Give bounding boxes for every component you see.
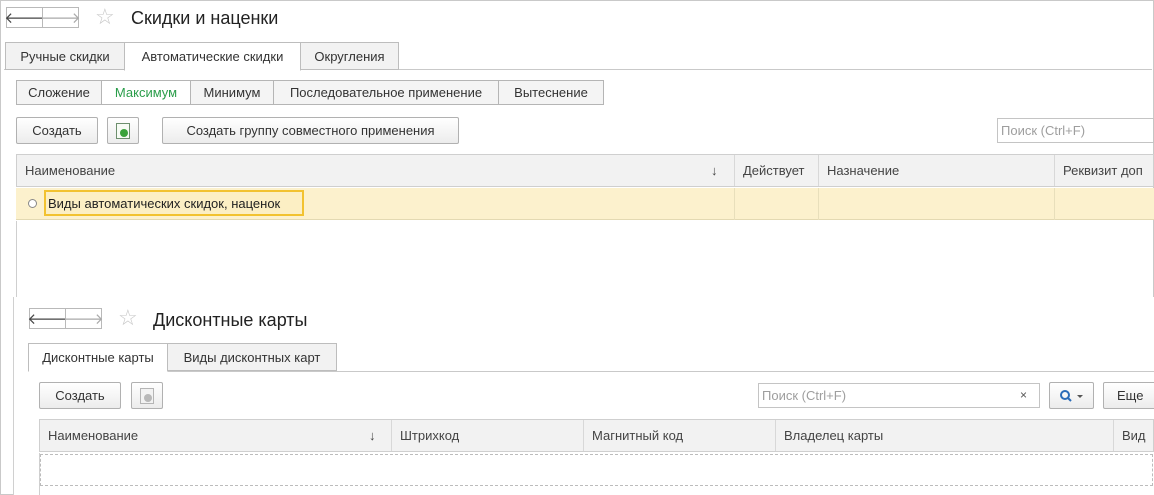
- cell-divider: [818, 188, 819, 220]
- create-group-button[interactable]: Создать группу совместного применения: [162, 117, 459, 144]
- add-copy-icon: [140, 387, 154, 404]
- star-icon[interactable]: ☆: [118, 307, 138, 329]
- cards-search-input[interactable]: Поиск (Ctrl+F): [758, 383, 1040, 408]
- tab-discount-cards[interactable]: Дисконтные карты: [28, 343, 168, 372]
- cards-create-button[interactable]: Создать: [39, 382, 121, 409]
- tab-manual-discounts[interactable]: Ручные скидки: [5, 42, 125, 70]
- column-card-owner-label: Владелец карты: [784, 428, 884, 443]
- mode-displacement[interactable]: Вытеснение: [498, 80, 604, 105]
- clear-search-icon[interactable]: ×: [1020, 388, 1027, 402]
- column-card-name-label: Наименование: [48, 428, 139, 443]
- column-active-label: Действует: [743, 163, 805, 178]
- column-card-type-label: Вид: [1122, 428, 1146, 443]
- search-options-button[interactable]: [1049, 382, 1094, 409]
- table-header: Наименование ↓ Действует Назначение Рекв…: [16, 154, 1154, 187]
- mode-minimum[interactable]: Минимум: [190, 80, 274, 105]
- cards-tabs-divider: [28, 371, 1154, 372]
- column-card-name[interactable]: Наименование: [40, 420, 392, 451]
- cards-table-header: Наименование ↓ Штрихкод Магнитный код Вл…: [39, 419, 1154, 452]
- cell-divider: [734, 188, 735, 220]
- arrow-right-icon: 🡒: [40, 10, 81, 27]
- page-title: Скидки и наценки: [131, 8, 279, 28]
- mode-sequential[interactable]: Последовательное применение: [273, 80, 499, 105]
- back-button[interactable]: 🡐: [4, 7, 45, 28]
- column-active[interactable]: Действует: [735, 155, 819, 186]
- empty-row-focus[interactable]: [40, 454, 1153, 486]
- arrow-left-icon: 🡐: [4, 10, 45, 27]
- grid-left-border: [16, 221, 17, 297]
- search-input[interactable]: Поиск (Ctrl+F): [997, 118, 1154, 143]
- search-icon: [1059, 389, 1083, 402]
- arrow-right-icon: 🡒: [63, 311, 104, 328]
- arrow-left-icon: 🡐: [27, 311, 68, 328]
- column-purpose-label: Назначение: [827, 163, 900, 178]
- add-copy-icon: [116, 122, 130, 139]
- column-name[interactable]: Наименование: [17, 155, 735, 186]
- forward-button[interactable]: 🡒: [40, 7, 81, 28]
- create-button[interactable]: Создать: [16, 117, 98, 144]
- tab-rounding[interactable]: Округления: [300, 42, 399, 70]
- cards-nav-buttons: 🡐 🡒: [27, 308, 104, 329]
- tab-card-types[interactable]: Виды дисконтных карт: [167, 343, 337, 371]
- column-name-label: Наименование: [25, 163, 116, 178]
- cards-page-title: Дисконтные карты: [153, 310, 308, 330]
- star-icon[interactable]: ☆: [95, 6, 115, 28]
- column-extra-attr-label: Реквизит доп: [1063, 163, 1143, 178]
- add-copy-button[interactable]: [107, 117, 139, 144]
- column-card-owner[interactable]: Владелец карты: [776, 420, 1114, 451]
- column-magnetic-code[interactable]: Магнитный код: [584, 420, 776, 451]
- column-barcode[interactable]: Штрихкод: [392, 420, 584, 451]
- nav-buttons: 🡐 🡒: [4, 7, 81, 28]
- cards-window-edge: [13, 297, 14, 495]
- mode-maximum[interactable]: Максимум: [101, 80, 191, 105]
- mode-addition[interactable]: Сложение: [16, 80, 102, 105]
- column-purpose[interactable]: Назначение: [819, 155, 1055, 186]
- current-cell[interactable]: Виды автоматических скидок, наценок: [44, 190, 304, 216]
- group-marker-icon: [28, 199, 37, 208]
- sort-desc-icon: ↓: [369, 428, 376, 443]
- cell-divider: [1054, 188, 1055, 220]
- cards-grid-left-border: [39, 453, 40, 495]
- column-barcode-label: Штрихкод: [400, 428, 460, 443]
- cards-forward-button[interactable]: 🡒: [63, 308, 104, 329]
- cards-add-copy-button[interactable]: [131, 382, 163, 409]
- tab-automatic-discounts[interactable]: Автоматические скидки: [124, 42, 301, 71]
- column-extra-attr[interactable]: Реквизит доп: [1055, 155, 1154, 186]
- more-button[interactable]: Еще: [1103, 382, 1154, 409]
- cards-back-button[interactable]: 🡐: [27, 308, 68, 329]
- sort-desc-icon: ↓: [711, 163, 718, 178]
- column-card-type[interactable]: Вид: [1114, 420, 1154, 451]
- column-magnetic-code-label: Магнитный код: [592, 428, 684, 443]
